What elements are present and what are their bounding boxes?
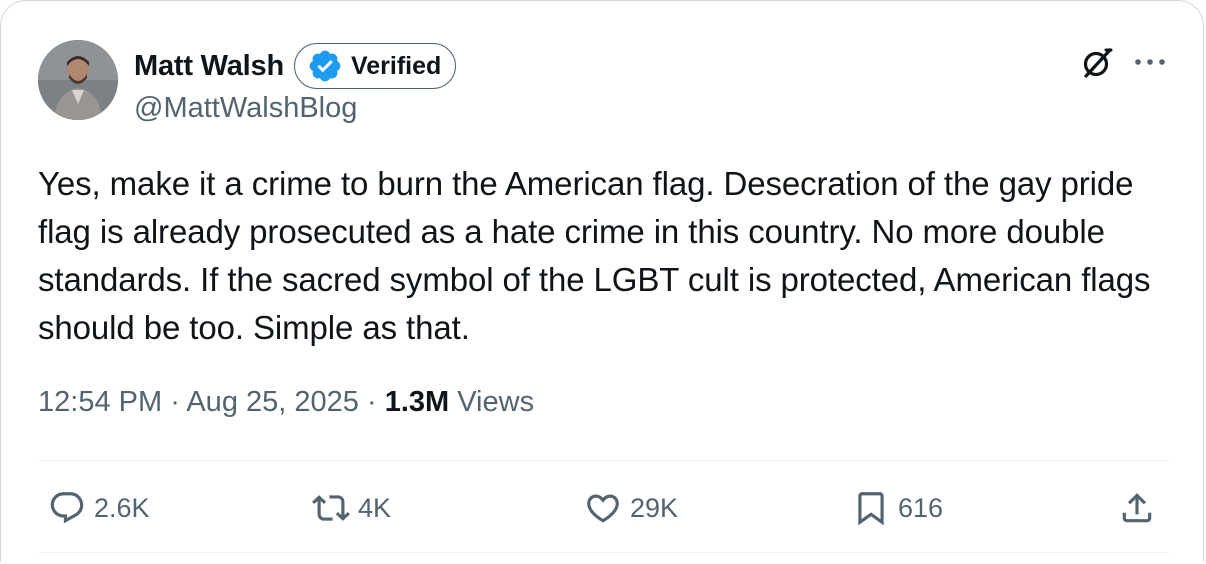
share-button[interactable] — [1118, 486, 1164, 530]
meta-separator: · — [366, 386, 377, 418]
repost-icon — [312, 495, 350, 521]
repost-button[interactable]: 4K — [312, 486, 391, 530]
like-count: 29K — [630, 492, 679, 523]
bookmark-button[interactable]: 616 — [852, 486, 943, 530]
tweet-meta: 12:54 PM · Aug 25, 2025 · 1.3M Views — [38, 386, 534, 419]
meta-separator: · — [170, 386, 180, 418]
tweet-card: Matt Walsh Verified @MattWalshBlog Yes, … — [0, 0, 1206, 564]
heart-icon — [587, 494, 619, 523]
reply-icon — [50, 492, 84, 524]
views-label: Views — [457, 386, 535, 418]
tweet-date[interactable]: Aug 25, 2025 — [186, 386, 359, 418]
verified-badge-pill[interactable]: Verified — [293, 43, 457, 89]
verified-badge-icon — [309, 50, 341, 82]
avatar[interactable] — [38, 40, 118, 120]
author-handle[interactable]: @MattWalshBlog — [134, 92, 357, 125]
more-icon[interactable] — [1132, 50, 1168, 74]
divider — [38, 552, 1170, 553]
avatar-image — [38, 40, 118, 120]
author-name-row: Matt Walsh Verified — [134, 42, 457, 90]
repost-count: 4K — [358, 492, 392, 523]
reply-count: 2.6K — [94, 492, 150, 523]
author-display-name[interactable]: Matt Walsh — [134, 50, 284, 83]
reply-button[interactable]: 2.6K — [48, 486, 150, 530]
share-icon — [1122, 493, 1152, 523]
tweet-time[interactable]: 12:54 PM — [38, 386, 162, 418]
tweet-text: Yes, make it a crime to burn the America… — [38, 165, 1151, 346]
bookmark-count: 616 — [898, 492, 944, 523]
verified-label: Verified — [350, 51, 442, 80]
views-count: 1.3M — [384, 386, 450, 418]
divider — [38, 460, 1170, 461]
bookmark-icon — [858, 492, 884, 526]
like-button[interactable]: 29K — [584, 486, 678, 530]
grok-icon[interactable] — [1080, 46, 1114, 80]
